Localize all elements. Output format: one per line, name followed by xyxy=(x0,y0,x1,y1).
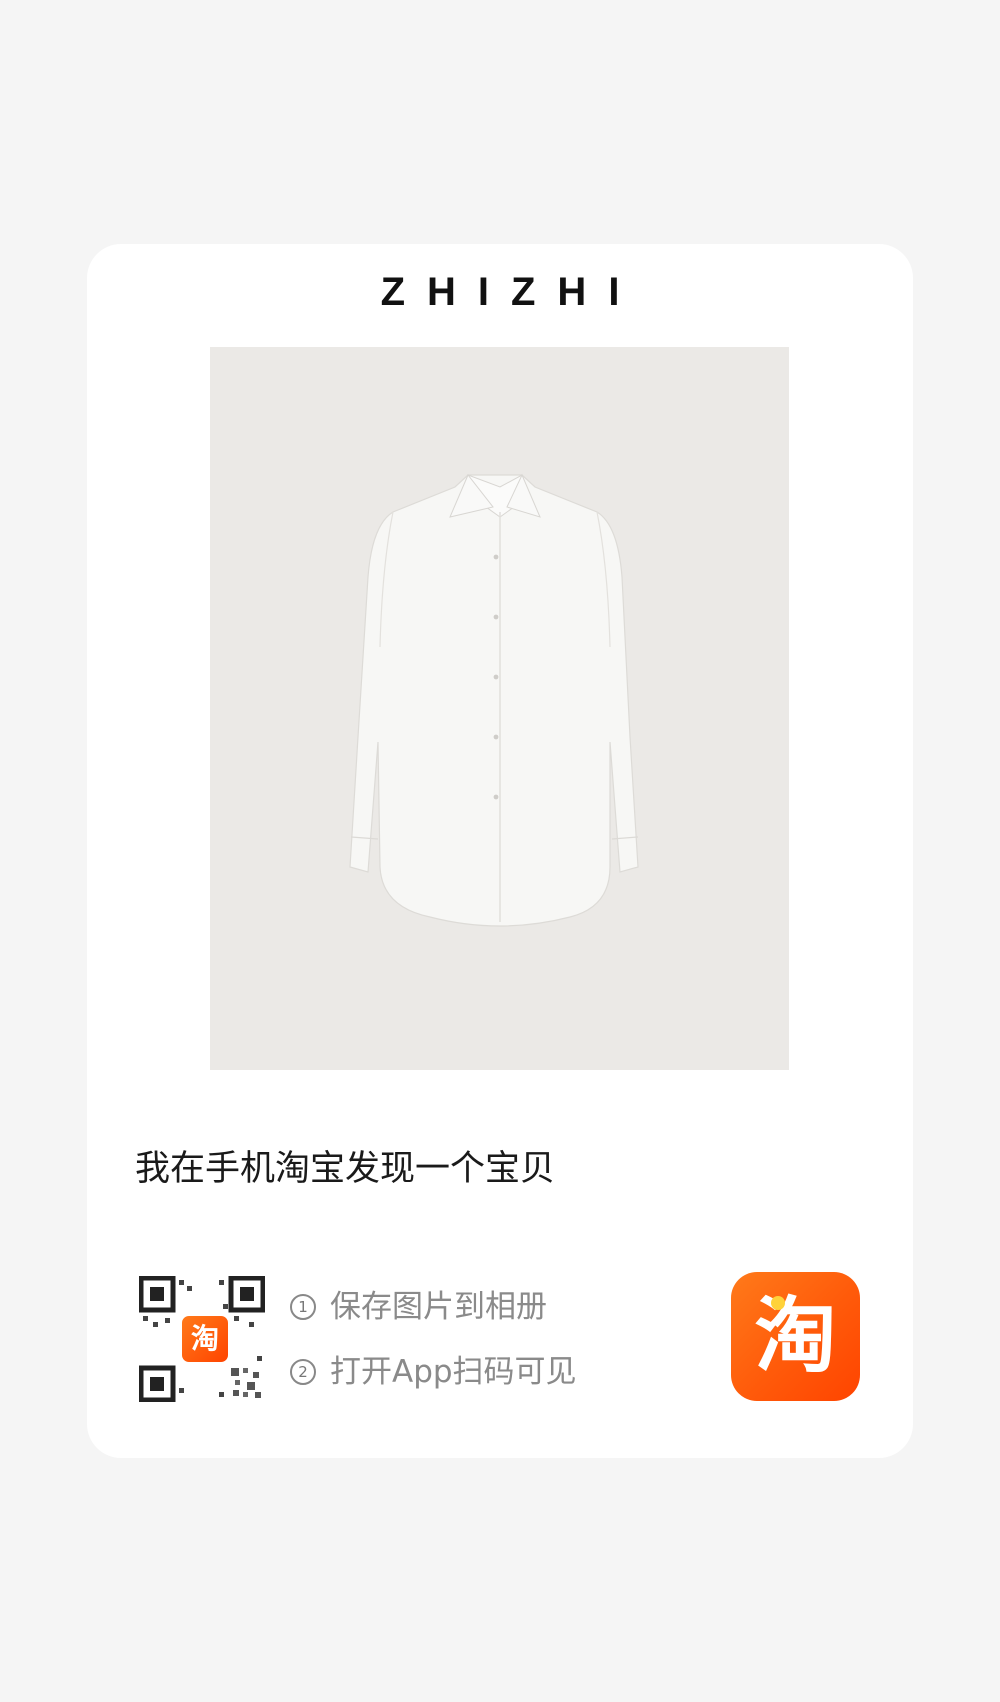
qr-center-logo: 淘 xyxy=(179,1313,231,1365)
step-text: 打开App扫码可见 xyxy=(330,1354,577,1390)
taobao-dot-icon xyxy=(771,1296,785,1310)
step-number-badge: 2 xyxy=(290,1359,316,1385)
white-shirt-illustration xyxy=(210,347,789,1070)
qr-code-icon[interactable]: 淘 xyxy=(139,1276,265,1402)
step-text: 保存图片到相册 xyxy=(330,1289,547,1325)
taobao-app-icon[interactable]: 淘 xyxy=(731,1272,860,1401)
taobao-glyph: 淘 xyxy=(754,1289,837,1384)
product-image[interactable] xyxy=(210,347,789,1070)
share-headline: 我在手机淘宝发现一个宝贝 xyxy=(135,1149,556,1189)
step-number-badge: 1 xyxy=(290,1294,316,1320)
step-open-app: 2 打开App扫码可见 xyxy=(290,1352,577,1392)
brand-logo: ZHIZHI xyxy=(380,270,642,314)
step-save-image: 1 保存图片到相册 xyxy=(290,1287,547,1327)
